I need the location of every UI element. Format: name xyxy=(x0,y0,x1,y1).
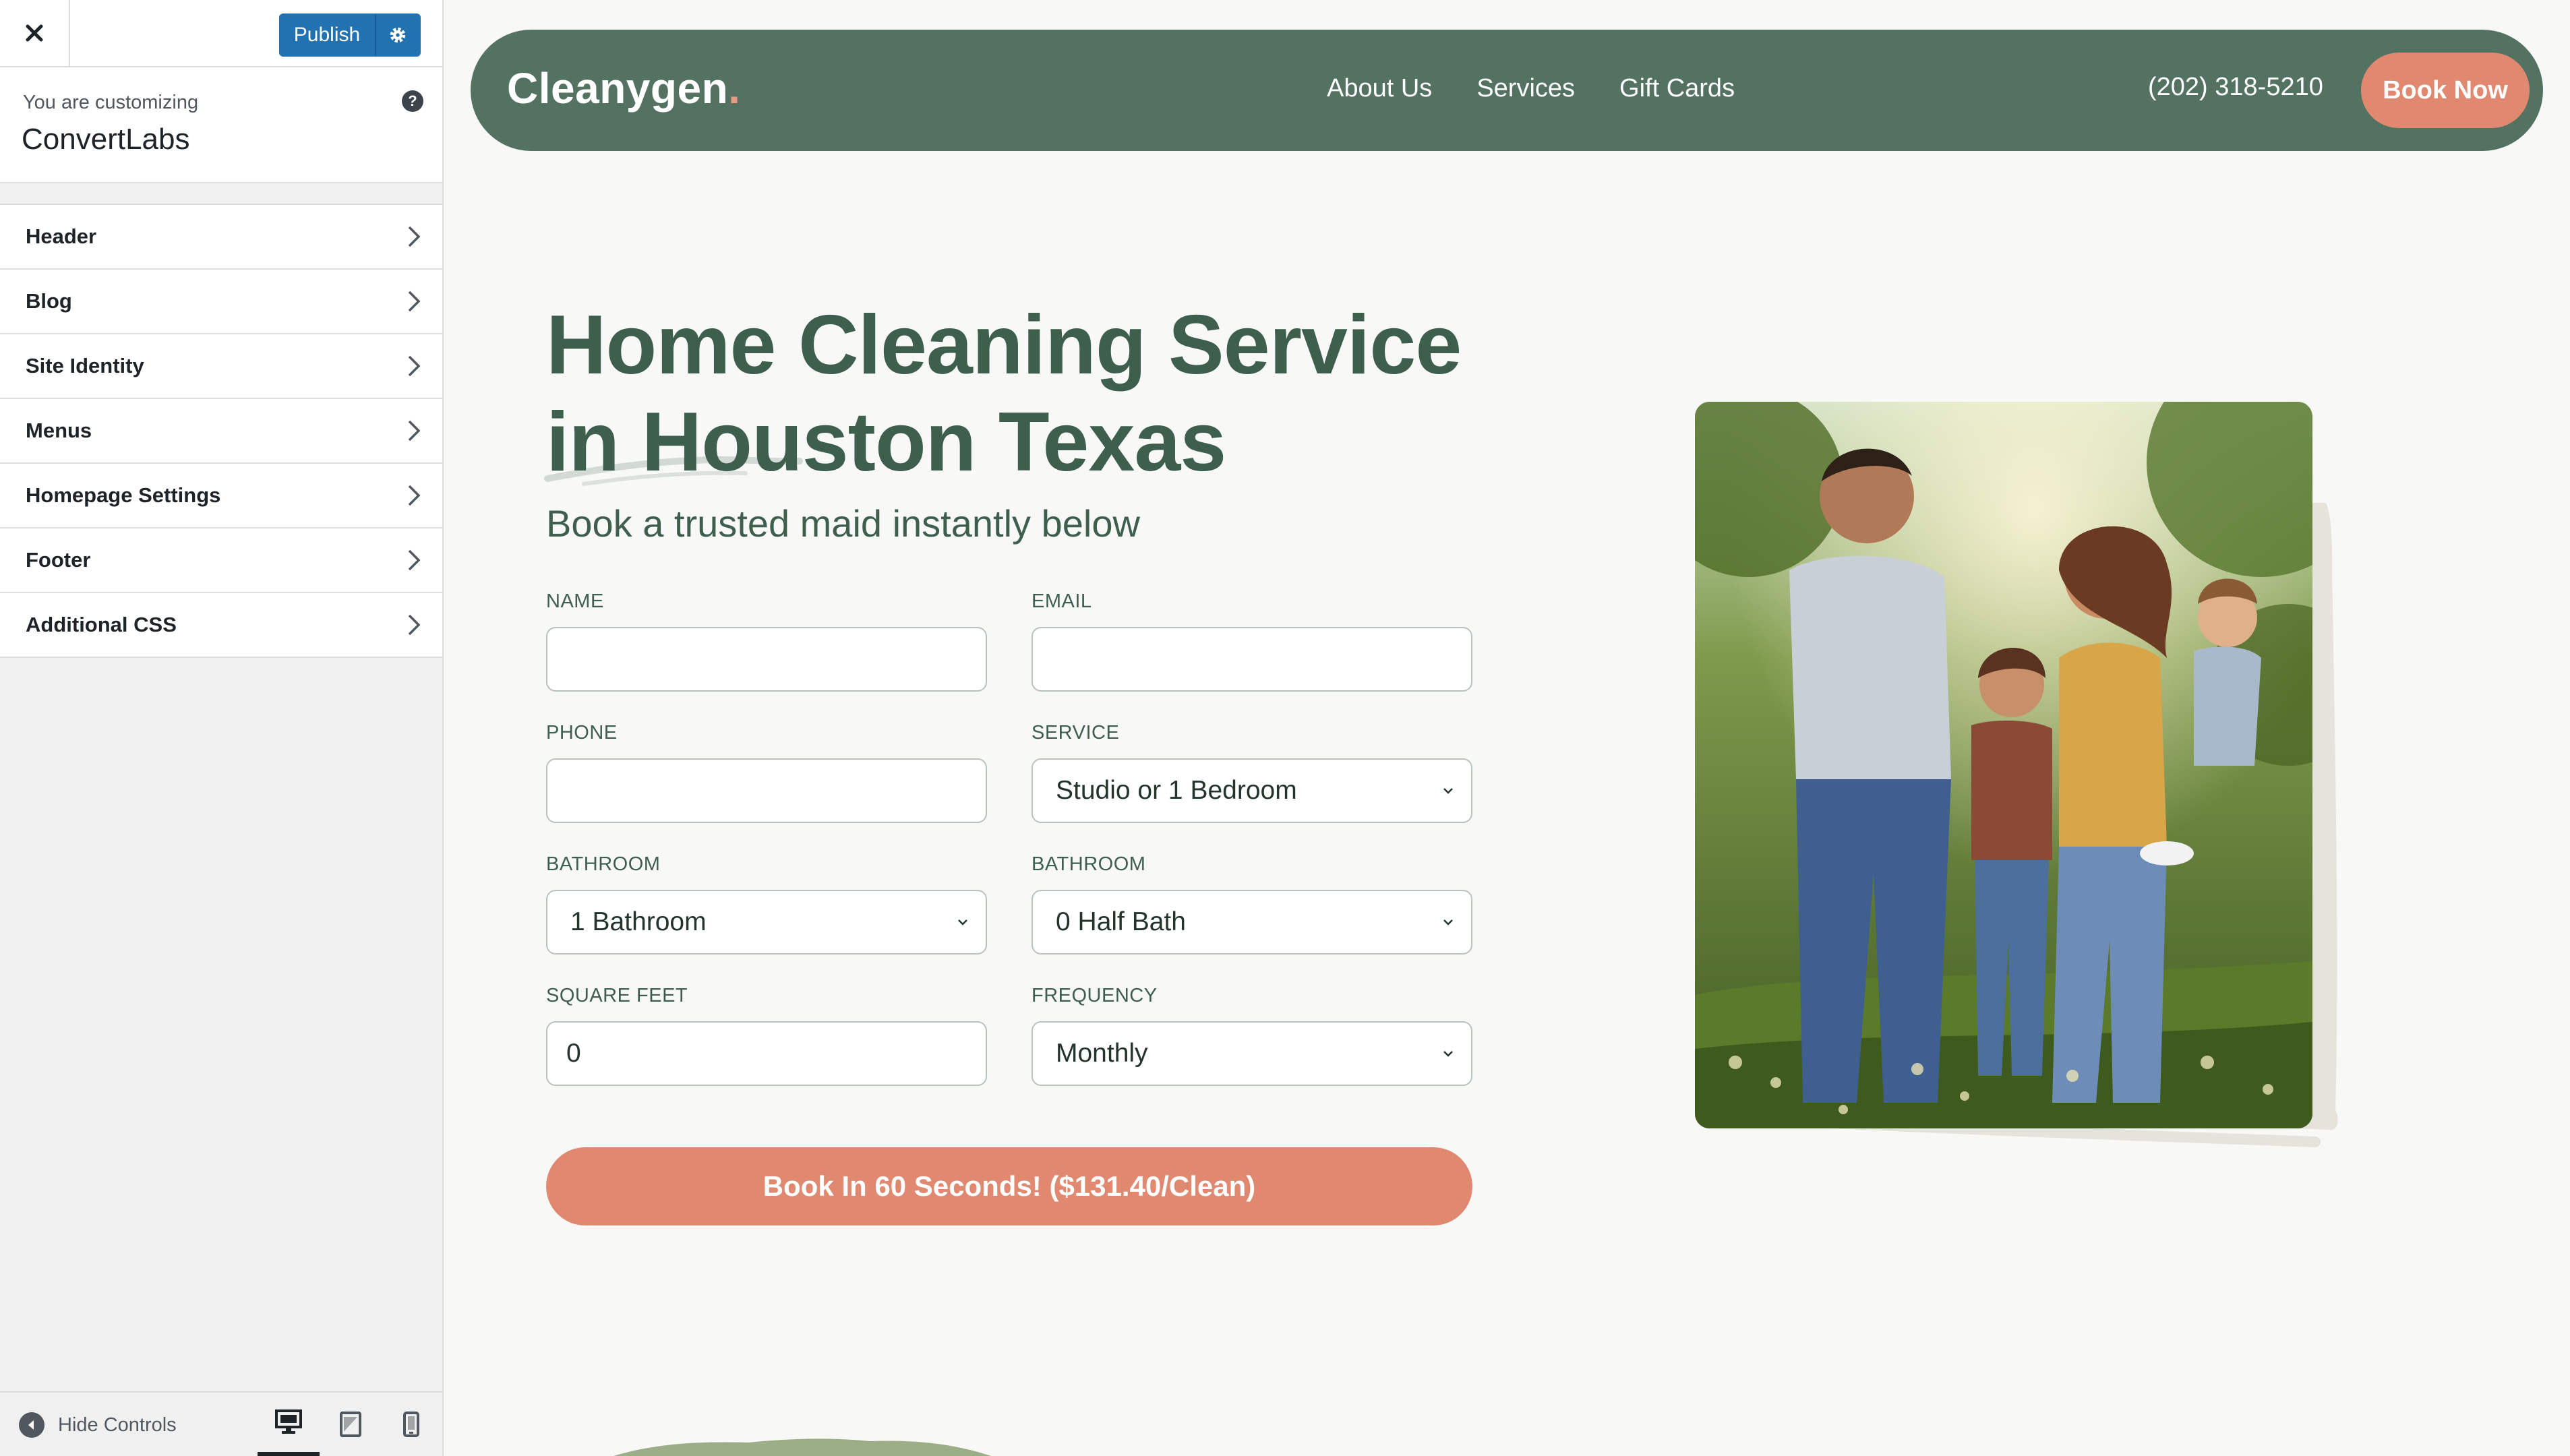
menu-item-label: Additional CSS xyxy=(26,613,177,636)
menu-item-blog[interactable]: Blog xyxy=(0,270,442,334)
hero-image-frame xyxy=(1695,402,2350,1163)
chevron-right-icon xyxy=(408,226,421,247)
menu-item-menus[interactable]: Menus xyxy=(0,399,442,464)
customizer-sidebar: Publish You are customizing ConvertLabs … xyxy=(0,0,444,1456)
site-header: Cleanygen. About Us Services Gift Cards … xyxy=(471,30,2543,151)
menu-item-additional-css[interactable]: Additional CSS xyxy=(0,593,442,658)
phone-field: PHONE xyxy=(546,722,987,823)
chevron-down-icon xyxy=(1443,919,1453,926)
book-now-button[interactable]: Book Now xyxy=(2361,53,2530,128)
name-input[interactable] xyxy=(546,627,987,692)
title-underline-decoration xyxy=(544,456,803,486)
half-bath-value: 0 Half Bath xyxy=(1056,907,1186,936)
service-select[interactable]: Studio or 1 Bedroom xyxy=(1032,758,1472,823)
bathroom-label: BATHROOM xyxy=(546,853,661,875)
close-customizer-button[interactable] xyxy=(0,0,70,66)
square-feet-label: SQUARE FEET xyxy=(546,985,688,1006)
menu-item-label: Blog xyxy=(26,289,72,313)
publish-button[interactable]: Publish xyxy=(279,13,375,57)
service-value: Studio or 1 Bedroom xyxy=(1056,776,1297,805)
half-bath-select[interactable]: 0 Half Bath xyxy=(1032,890,1472,954)
customizing-label: You are customizing xyxy=(23,92,199,113)
nav-link-gift-cards[interactable]: Gift Cards xyxy=(1619,74,1735,103)
chevron-down-icon xyxy=(1443,1051,1453,1057)
chevron-down-icon xyxy=(958,919,967,926)
logo-text: Cleanygen xyxy=(507,64,729,113)
hide-controls-button[interactable]: Hide Controls xyxy=(19,1410,177,1440)
publish-settings-button[interactable] xyxy=(375,13,421,57)
close-icon xyxy=(26,24,43,42)
collapse-icon xyxy=(19,1412,44,1438)
header-phone-link[interactable]: (202) 318-5210 xyxy=(2148,73,2323,102)
preview-mobile-button[interactable] xyxy=(380,1393,442,1456)
hero-family-photo xyxy=(1695,402,2312,1128)
customizer-menu: Header Blog Site Identity Menus Homepage… xyxy=(0,204,442,658)
customizer-header: Publish xyxy=(0,0,442,67)
service-label: SERVICE xyxy=(1032,722,1120,744)
preview-tablet-button[interactable] xyxy=(320,1393,382,1456)
menu-item-label: Site Identity xyxy=(26,354,144,377)
chevron-right-icon xyxy=(408,355,421,377)
chevron-right-icon xyxy=(408,420,421,442)
menu-item-label: Header xyxy=(26,224,97,248)
bathroom-value: 1 Bathroom xyxy=(570,907,707,936)
site-preview: Cleanygen. About Us Services Gift Cards … xyxy=(445,0,2570,1456)
menu-item-label: Menus xyxy=(26,419,92,442)
chevron-right-icon xyxy=(408,485,421,506)
half-bath-field: BATHROOM 0 Half Bath xyxy=(1032,853,1472,954)
name-label: NAME xyxy=(546,590,604,612)
chevron-down-icon xyxy=(1443,788,1453,794)
nav-link-services[interactable]: Services xyxy=(1476,74,1575,103)
preview-desktop-button[interactable] xyxy=(258,1393,320,1456)
desktop-icon xyxy=(275,1409,302,1434)
logo-dot: . xyxy=(728,64,741,113)
phone-input[interactable] xyxy=(546,758,987,823)
menu-item-label: Homepage Settings xyxy=(26,483,221,507)
chevron-right-icon xyxy=(408,549,421,571)
bathroom-select[interactable]: 1 Bathroom xyxy=(546,890,987,954)
service-field: SERVICE Studio or 1 Bedroom xyxy=(1032,722,1472,823)
phone-label: PHONE xyxy=(546,722,618,744)
book-submit-button[interactable]: Book In 60 Seconds! ($131.40/Clean) xyxy=(546,1147,1472,1225)
menu-item-homepage-settings[interactable]: Homepage Settings xyxy=(0,464,442,528)
menu-item-header[interactable]: Header xyxy=(0,205,442,270)
email-label: EMAIL xyxy=(1032,590,1092,612)
tablet-icon xyxy=(340,1412,361,1437)
customizer-info: You are customizing ConvertLabs ? xyxy=(0,67,442,183)
main-nav: About Us Services Gift Cards xyxy=(1327,74,1735,103)
bottom-decoration xyxy=(614,1438,991,1456)
menu-item-site-identity[interactable]: Site Identity xyxy=(0,334,442,399)
square-feet-field: SQUARE FEET 0 xyxy=(546,985,987,1086)
site-logo[interactable]: Cleanygen. xyxy=(507,63,740,113)
hero-title-line-1: Home Cleaning Service xyxy=(546,299,1462,392)
customizer-footer: Hide Controls xyxy=(0,1391,442,1456)
chevron-right-icon xyxy=(408,614,421,636)
site-name: ConvertLabs xyxy=(22,123,190,156)
nav-link-about-us[interactable]: About Us xyxy=(1327,74,1432,103)
square-feet-input[interactable]: 0 xyxy=(546,1021,987,1086)
frequency-value: Monthly xyxy=(1056,1039,1148,1068)
half-bath-label: BATHROOM xyxy=(1032,853,1146,875)
name-field: NAME xyxy=(546,590,987,692)
help-icon[interactable]: ? xyxy=(402,90,423,112)
email-field: EMAIL xyxy=(1032,590,1472,692)
frequency-field: FREQUENCY Monthly xyxy=(1032,985,1472,1086)
email-input[interactable] xyxy=(1032,627,1472,692)
publish-group: Publish xyxy=(279,13,421,57)
hero-subtitle: Book a trusted maid instantly below xyxy=(546,502,1140,545)
hide-controls-label: Hide Controls xyxy=(58,1414,177,1436)
menu-item-footer[interactable]: Footer xyxy=(0,528,442,593)
frequency-select[interactable]: Monthly xyxy=(1032,1021,1472,1086)
mobile-icon xyxy=(403,1412,419,1437)
menu-item-label: Footer xyxy=(26,548,91,572)
gear-icon xyxy=(390,27,406,43)
chevron-right-icon xyxy=(408,291,421,312)
frequency-label: FREQUENCY xyxy=(1032,985,1158,1006)
bathroom-field: BATHROOM 1 Bathroom xyxy=(546,853,987,954)
